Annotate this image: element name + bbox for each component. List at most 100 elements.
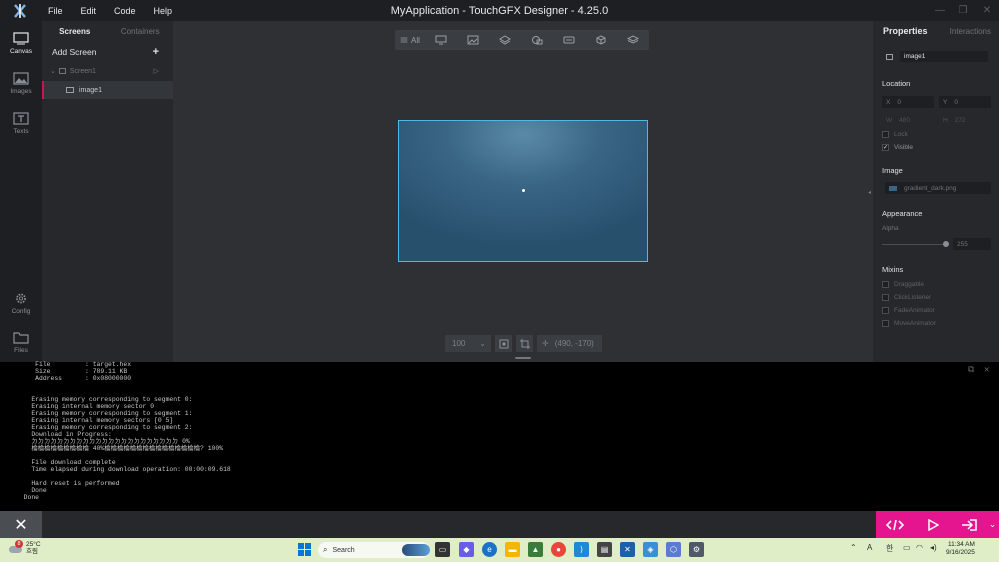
tab-containers[interactable]: Containers <box>108 27 174 36</box>
run-simulator-button[interactable] <box>914 511 952 538</box>
image-file-field[interactable]: gradient_dark.png <box>885 182 991 194</box>
button-icon <box>563 36 575 44</box>
taskbar-search[interactable]: ⌕ Search <box>318 542 430 558</box>
alpha-slider-knob[interactable] <box>943 241 949 247</box>
tab-properties[interactable]: Properties <box>883 26 928 36</box>
tool-images[interactable] <box>457 30 489 50</box>
tool-all-label: All <box>411 35 420 45</box>
settings-app-icon[interactable]: ⚙ <box>689 542 704 557</box>
image-thumbnail-icon <box>889 185 897 191</box>
rail-canvas[interactable]: Canvas <box>0 25 42 61</box>
close-console-icon[interactable]: ✕ <box>984 365 989 375</box>
lock-checkbox-box <box>882 131 889 138</box>
tray-chevron-up-icon[interactable]: ⌃ <box>850 543 857 552</box>
x-field[interactable]: X 0 <box>882 96 934 108</box>
menu-edit[interactable]: Edit <box>73 6 105 16</box>
collapse-properties-icon[interactable]: ◂ <box>868 189 871 196</box>
rail-files[interactable]: Files <box>0 324 42 360</box>
chart-app-icon[interactable]: ▲ <box>528 542 543 557</box>
system-clock[interactable]: 11:34 AM 9/16/2025 <box>946 541 975 557</box>
generate-code-button[interactable] <box>876 511 914 538</box>
mixin-moveanimator[interactable]: MoveAnimator <box>882 320 936 327</box>
fit-screen-button[interactable] <box>495 335 512 352</box>
console-resize-handle[interactable] <box>515 357 531 359</box>
location-title: Location <box>882 79 911 88</box>
display-tray-icon[interactable]: ▭ <box>903 543 911 552</box>
clock-time: 11:34 AM <box>947 541 975 548</box>
appearance-title: Appearance <box>882 209 923 218</box>
menu-file[interactable]: File <box>40 6 71 16</box>
screen-tree-item[interactable]: ⌄ Screen1 ▷ <box>42 63 173 79</box>
login-icon <box>962 518 977 531</box>
edge-icon[interactable]: e <box>482 542 497 557</box>
tool-controls[interactable] <box>553 30 585 50</box>
image-widget-icon <box>66 87 74 93</box>
console-line: Hard reset is performed <box>16 480 120 487</box>
tool-misc[interactable] <box>617 30 649 50</box>
name-value: image1 <box>900 51 988 62</box>
zoom-select[interactable]: 100 ⌄ <box>445 335 491 352</box>
lang-indicator[interactable]: A <box>867 543 872 552</box>
name-field[interactable]: image1 <box>882 50 991 63</box>
copilot-icon[interactable]: ◆ <box>459 542 474 557</box>
image-title: Image <box>882 166 903 175</box>
tool-display[interactable] <box>425 30 457 50</box>
alpha-slider-track[interactable] <box>882 244 945 245</box>
lock-checkbox[interactable]: Lock <box>882 131 908 138</box>
alpha-value: 255 <box>957 240 968 248</box>
task-view-icon[interactable]: ▭ <box>435 542 450 557</box>
weather-widget[interactable]: 8 25°C 흐림 <box>9 539 41 555</box>
console-line: File download complete <box>16 459 116 466</box>
close-window-icon[interactable]: ✕ <box>975 0 999 21</box>
w-label: W <box>886 116 893 124</box>
image-widget-icon <box>886 53 893 60</box>
play-screen-icon[interactable]: ▷ <box>154 67 159 75</box>
h-value: 272 <box>954 116 966 124</box>
alpha-value-field[interactable]: 255 <box>953 238 991 250</box>
tab-interactions[interactable]: Interactions <box>950 27 991 36</box>
mixin-fadeanimator[interactable]: FadeAnimator <box>882 307 935 314</box>
network-app-icon[interactable]: ⬡ <box>666 542 681 557</box>
chrome-icon[interactable]: ● <box>551 542 566 557</box>
console-output[interactable]: File : target.hex Size : 789.11 KB Addre… <box>0 361 999 511</box>
rail-config[interactable]: Config <box>0 285 42 321</box>
screen-canvas-image[interactable] <box>398 120 648 262</box>
tool-containers[interactable] <box>489 30 521 50</box>
undock-icon[interactable]: ⧉ <box>968 365 974 375</box>
folder-icon <box>13 331 29 344</box>
cube-app-icon[interactable]: ◈ <box>643 542 658 557</box>
volume-icon[interactable]: ◂) <box>930 543 937 552</box>
wifi-icon[interactable]: ◠ <box>916 543 923 552</box>
mixin-clicklistener[interactable]: ClickListener <box>882 294 931 301</box>
terminal-app-icon[interactable]: ▤ <box>597 542 612 557</box>
y-field[interactable]: Y 0 <box>939 96 991 108</box>
file-explorer-icon[interactable]: ▬ <box>505 542 520 557</box>
h-field: H 272 <box>939 114 991 126</box>
touchgfx-taskbar-icon[interactable]: ✕ <box>620 542 635 557</box>
y-value: 0 <box>954 98 958 106</box>
rail-images[interactable]: Images <box>0 65 42 101</box>
rail-canvas-label: Canvas <box>9 47 33 55</box>
tool-3d[interactable] <box>585 30 617 50</box>
start-windows-icon[interactable] <box>297 542 312 557</box>
tab-screens[interactable]: Screens <box>42 27 108 36</box>
maximize-icon[interactable]: ❐ <box>951 0 975 21</box>
run-target-dropdown[interactable]: ⌄ <box>986 511 999 538</box>
minimize-icon[interactable]: — <box>928 0 952 21</box>
menu-help[interactable]: Help <box>146 6 181 16</box>
menu-code[interactable]: Code <box>106 6 144 16</box>
lock-label: Lock <box>894 131 908 138</box>
mixin-draggable[interactable]: Draggable <box>882 281 924 288</box>
layers-icon <box>499 35 511 45</box>
visible-checkbox[interactable]: ✓ Visible <box>882 144 913 151</box>
close-console-button[interactable]: ✕ <box>0 511 42 538</box>
widget-tree-item[interactable]: image1 <box>42 81 173 99</box>
run-target-button[interactable] <box>952 511 986 538</box>
tool-shapes[interactable] <box>521 30 553 50</box>
ime-indicator[interactable]: 한 <box>886 543 893 554</box>
tool-all[interactable]: All <box>395 30 425 50</box>
add-screen-button[interactable]: Add Screen + <box>42 44 173 60</box>
vscode-icon[interactable]: ⟩ <box>574 542 589 557</box>
rail-texts[interactable]: Texts <box>0 105 42 141</box>
crop-button[interactable] <box>516 335 533 352</box>
